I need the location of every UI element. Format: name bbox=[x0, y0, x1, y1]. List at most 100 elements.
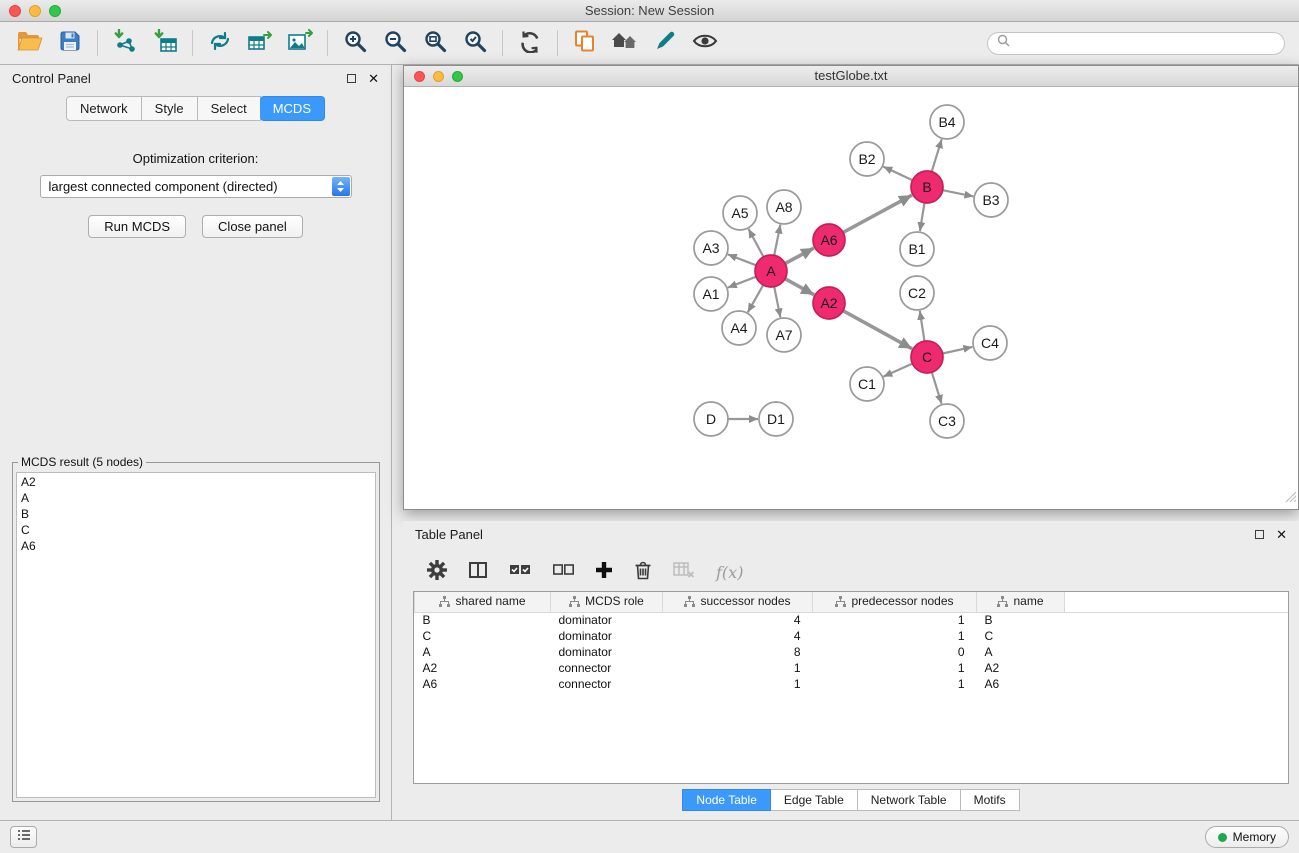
zoom-window-button[interactable] bbox=[49, 5, 61, 17]
graph-edge-B-B3[interactable] bbox=[943, 190, 974, 196]
close-network-window-button[interactable] bbox=[414, 71, 425, 82]
minimize-window-button[interactable] bbox=[29, 5, 41, 17]
zoom-out-button[interactable] bbox=[375, 26, 415, 60]
network-canvas[interactable]: B4B2BB3A5A8A6B1A3AC2A1A2A4A7C4CC1C3DD1 bbox=[404, 87, 1298, 509]
table-row[interactable]: Adominator80A bbox=[415, 644, 1289, 660]
import-table-button[interactable] bbox=[145, 26, 185, 60]
graph-node-A3[interactable]: A3 bbox=[694, 231, 728, 265]
mcds-result-item[interactable]: A6 bbox=[21, 538, 371, 554]
mcds-result-item[interactable]: C bbox=[21, 522, 371, 538]
close-panel-button[interactable]: Close panel bbox=[202, 215, 303, 238]
graph-edge-A-A4[interactable] bbox=[748, 285, 763, 312]
table-row[interactable]: A6connector11A6 bbox=[415, 676, 1289, 692]
tab-node-table[interactable]: Node Table bbox=[682, 789, 771, 811]
graph-edge-A-A3[interactable] bbox=[728, 254, 756, 265]
graph-node-B3[interactable]: B3 bbox=[974, 183, 1008, 217]
graph-node-C3[interactable]: C3 bbox=[930, 404, 964, 438]
graph-edge-A-A5[interactable] bbox=[749, 229, 764, 257]
graph-edge-C-C4[interactable] bbox=[943, 347, 973, 354]
delete-column-button[interactable] bbox=[634, 560, 652, 585]
zoom-fit-button[interactable] bbox=[415, 26, 455, 60]
graph-edge-A-A8[interactable] bbox=[774, 225, 780, 256]
import-network-button[interactable] bbox=[105, 26, 145, 60]
graph-edge-A-A7[interactable] bbox=[774, 287, 780, 318]
graph-edge-C-C3[interactable] bbox=[932, 372, 942, 404]
zoom-network-window-button[interactable] bbox=[452, 71, 463, 82]
float-panel-icon[interactable] bbox=[347, 74, 356, 83]
graph-edge-A-A1[interactable] bbox=[728, 277, 756, 288]
mcds-result-item[interactable]: B bbox=[21, 506, 371, 522]
mcds-result-list[interactable]: A2ABCA6 bbox=[16, 472, 376, 798]
graph-node-C[interactable]: C bbox=[911, 341, 943, 373]
table-row[interactable]: Cdominator41C bbox=[415, 628, 1289, 644]
graph-node-A6[interactable]: A6 bbox=[813, 224, 845, 256]
network-view[interactable]: B4B2BB3A5A8A6B1A3AC2A1A2A4A7C4CC1C3DD1 bbox=[404, 87, 1298, 509]
graph-node-A7[interactable]: A7 bbox=[767, 318, 801, 352]
deselect-all-button[interactable] bbox=[552, 563, 574, 582]
graph-node-C1[interactable]: C1 bbox=[850, 367, 884, 401]
tab-select[interactable]: Select bbox=[198, 96, 261, 121]
column-header-name[interactable]: name bbox=[977, 592, 1065, 612]
graph-edge-A-A2[interactable] bbox=[785, 279, 814, 295]
show-columns-button[interactable] bbox=[468, 560, 488, 585]
graph-node-B1[interactable]: B1 bbox=[900, 232, 934, 266]
graph-node-A5[interactable]: A5 bbox=[723, 196, 757, 230]
resize-grip-icon[interactable] bbox=[1285, 490, 1297, 508]
graph-node-B2[interactable]: B2 bbox=[850, 142, 884, 176]
memory-button[interactable]: Memory bbox=[1205, 826, 1289, 848]
export-image-button[interactable] bbox=[280, 26, 320, 60]
graph-node-A[interactable]: A bbox=[755, 255, 787, 287]
style-brush-button[interactable] bbox=[645, 26, 685, 60]
graph-edge-B-B1[interactable] bbox=[920, 203, 925, 231]
graph-node-C4[interactable]: C4 bbox=[973, 326, 1007, 360]
mcds-result-item[interactable]: A2 bbox=[21, 474, 371, 490]
refresh-network-button[interactable] bbox=[510, 26, 550, 60]
graph-node-A2[interactable]: A2 bbox=[813, 287, 845, 319]
panel-menu-button[interactable] bbox=[10, 826, 37, 848]
close-table-panel-icon[interactable]: ✕ bbox=[1276, 528, 1287, 541]
mcds-result-item[interactable]: A bbox=[21, 490, 371, 506]
tab-network[interactable]: Network bbox=[66, 96, 142, 121]
function-builder-button[interactable]: f(x) bbox=[716, 563, 743, 582]
graph-node-C2[interactable]: C2 bbox=[900, 276, 934, 310]
close-panel-icon[interactable]: ✕ bbox=[368, 72, 379, 85]
delete-table-button[interactable] bbox=[673, 561, 695, 584]
graph-node-A8[interactable]: A8 bbox=[767, 190, 801, 224]
column-header-shared-name[interactable]: shared name bbox=[415, 592, 551, 612]
export-table-button[interactable] bbox=[240, 26, 280, 60]
graph-edge-C-C1[interactable] bbox=[883, 364, 912, 377]
run-mcds-button[interactable]: Run MCDS bbox=[88, 215, 186, 238]
graph-node-D[interactable]: D bbox=[694, 402, 728, 436]
save-session-button[interactable] bbox=[50, 26, 90, 60]
zoom-selected-button[interactable] bbox=[455, 26, 495, 60]
graph-node-B[interactable]: B bbox=[911, 171, 943, 203]
open-session-button[interactable] bbox=[10, 26, 50, 60]
graph-edge-B-B4[interactable] bbox=[932, 139, 942, 172]
table-row[interactable]: A2connector11A2 bbox=[415, 660, 1289, 676]
add-column-button[interactable] bbox=[595, 561, 613, 584]
tab-edge-table[interactable]: Edge Table bbox=[771, 789, 858, 811]
show-hide-button[interactable] bbox=[685, 26, 725, 60]
minimize-network-window-button[interactable] bbox=[433, 71, 444, 82]
graph-edge-A6-B[interactable] bbox=[843, 195, 912, 232]
zoom-in-button[interactable] bbox=[335, 26, 375, 60]
node-table[interactable]: shared nameMCDS rolesuccessor nodesprede… bbox=[413, 591, 1289, 784]
graph-node-D1[interactable]: D1 bbox=[759, 402, 793, 436]
column-header-successor-nodes[interactable]: successor nodes bbox=[663, 592, 813, 612]
optimization-criterion-select[interactable]: largest connected component (directed) bbox=[40, 175, 352, 198]
float-table-panel-icon[interactable] bbox=[1255, 530, 1264, 539]
table-options-button[interactable] bbox=[427, 560, 447, 585]
table-row[interactable]: Bdominator41B bbox=[415, 612, 1289, 628]
close-window-button[interactable] bbox=[9, 5, 21, 17]
export-network-button[interactable] bbox=[200, 26, 240, 60]
tab-network-table[interactable]: Network Table bbox=[858, 789, 961, 811]
search-input[interactable] bbox=[1016, 36, 1275, 50]
graph-edge-C-C2[interactable] bbox=[920, 311, 925, 341]
tab-style[interactable]: Style bbox=[142, 96, 198, 121]
home-button[interactable] bbox=[605, 26, 645, 60]
documents-button[interactable] bbox=[565, 26, 605, 60]
graph-node-B4[interactable]: B4 bbox=[930, 105, 964, 139]
graph-node-A4[interactable]: A4 bbox=[722, 311, 756, 345]
graph-edge-A-A6[interactable] bbox=[785, 248, 814, 264]
graph-edge-B-B2[interactable] bbox=[883, 167, 912, 181]
